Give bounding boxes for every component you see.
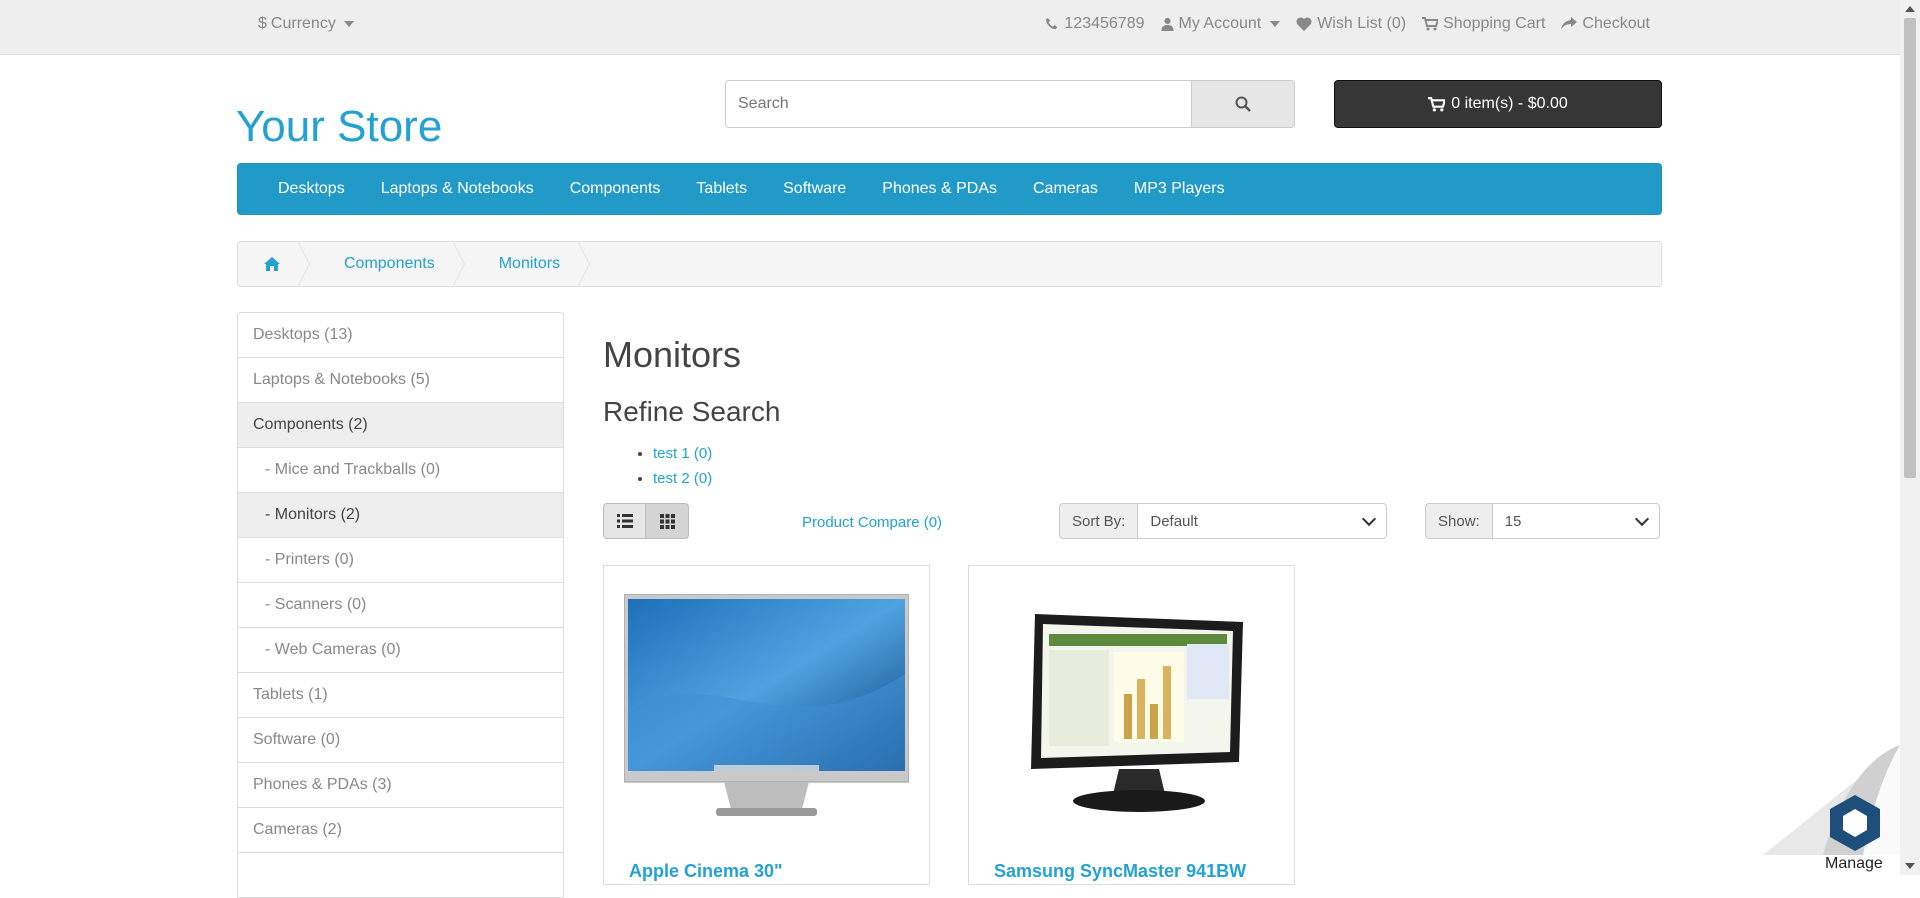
top-links: 123456789 My Account Wish List (0) Shopp… xyxy=(1045,15,1650,33)
menu-item-software[interactable]: Software xyxy=(765,163,864,215)
manage-logo-icon xyxy=(1830,795,1880,851)
breadcrumb-components[interactable]: Components xyxy=(310,241,465,287)
sidebar-item-laptops-notebooks[interactable]: Laptops & Notebooks (5) xyxy=(237,358,564,403)
refine-search-list: test 1 (0) test 2 (0) xyxy=(628,441,712,491)
store-logo[interactable]: Your Store xyxy=(236,102,442,152)
cart-total: 0 item(s) - $0.00 xyxy=(1451,95,1568,112)
search-bar xyxy=(725,80,1295,128)
sidebar-item-monitors[interactable]: - Monitors (2) xyxy=(237,493,564,538)
scroll-down-arrow-icon[interactable] xyxy=(1905,863,1915,869)
menu-item-laptops-notebooks[interactable]: Laptops & Notebooks xyxy=(363,163,552,215)
cart-button[interactable]: 0 item(s) - $0.00 xyxy=(1334,80,1662,128)
manage-label: Manage xyxy=(1825,855,1883,872)
chevron-down-icon xyxy=(1634,511,1649,527)
sidebar-item-web-cameras[interactable]: - Web Cameras (0) xyxy=(237,628,564,673)
view-toggle xyxy=(603,503,689,539)
phone-number: 123456789 xyxy=(1064,15,1145,32)
manage-widget[interactable]: Manage xyxy=(1763,745,1900,875)
menu-item-tablets[interactable]: Tablets xyxy=(678,163,765,215)
share-icon xyxy=(1561,17,1578,30)
scroll-up-arrow-icon[interactable] xyxy=(1905,6,1915,12)
scrollbar-thumb[interactable] xyxy=(1904,18,1916,478)
list-view-button[interactable] xyxy=(603,503,646,539)
grid-view-button[interactable] xyxy=(646,503,689,539)
menu-item-components[interactable]: Components xyxy=(552,163,679,215)
grid-icon xyxy=(659,513,675,529)
product-name-link[interactable]: Samsung SyncMaster 941BW xyxy=(994,861,1246,882)
product-card: Samsung SyncMaster 941BW xyxy=(968,565,1295,885)
sort-value: Default xyxy=(1150,512,1198,530)
sidebar-item-printers[interactable]: - Printers (0) xyxy=(237,538,564,583)
user-icon xyxy=(1160,17,1174,31)
menu-item-mp3-players[interactable]: MP3 Players xyxy=(1116,163,1243,215)
currency-dropdown[interactable]: $ Currency xyxy=(258,15,354,33)
breadcrumb-home[interactable] xyxy=(238,241,310,287)
sidebar-item-software[interactable]: Software (0) xyxy=(237,718,564,763)
refine-link-test-2[interactable]: test 2 (0) xyxy=(653,470,712,487)
list-item: test 2 (0) xyxy=(653,466,712,491)
list-item: test 1 (0) xyxy=(653,441,712,466)
checkout-label: Checkout xyxy=(1582,15,1650,32)
product-compare-link[interactable]: Product Compare (0) xyxy=(802,514,942,531)
page-title: Monitors xyxy=(603,334,742,375)
currency-label: Currency xyxy=(270,15,336,32)
home-icon xyxy=(264,257,280,271)
dollar-icon: $ xyxy=(258,15,267,32)
product-image-apple-cinema[interactable] xyxy=(623,593,910,824)
breadcrumb: Components Monitors xyxy=(237,241,1662,287)
show-select[interactable]: 15 xyxy=(1491,503,1660,539)
my-account-label: My Account xyxy=(1178,15,1262,32)
caret-down-icon xyxy=(343,21,354,27)
show-control: Show: 15 xyxy=(1425,503,1660,539)
sidebar-item-next[interactable] xyxy=(237,853,564,898)
cart-icon xyxy=(1428,96,1446,111)
menu-item-phones-pdas[interactable]: Phones & PDAs xyxy=(864,163,1015,215)
product-name-link[interactable]: Apple Cinema 30" xyxy=(629,861,783,882)
sidebar-item-phones-pdas[interactable]: Phones & PDAs (3) xyxy=(237,763,564,808)
search-input[interactable] xyxy=(725,80,1191,128)
sidebar-item-scanners[interactable]: - Scanners (0) xyxy=(237,583,564,628)
wishlist-link[interactable]: Wish List (0) xyxy=(1296,15,1406,33)
caret-down-icon xyxy=(1270,21,1281,27)
product-card: Apple Cinema 30" xyxy=(603,565,930,885)
search-icon xyxy=(1235,96,1251,112)
heart-icon xyxy=(1296,17,1312,31)
my-account-dropdown[interactable]: My Account xyxy=(1160,15,1281,33)
show-label: Show: xyxy=(1425,503,1492,539)
list-icon xyxy=(616,514,633,528)
menu-item-desktops[interactable]: Desktops xyxy=(260,163,363,215)
search-button[interactable] xyxy=(1191,80,1295,128)
sort-control: Sort By: Default xyxy=(1059,503,1388,539)
breadcrumb-monitors[interactable]: Monitors xyxy=(465,241,591,287)
checkout-link[interactable]: Checkout xyxy=(1561,15,1650,33)
cart-icon xyxy=(1422,17,1439,31)
chevron-down-icon xyxy=(1362,511,1377,527)
sort-label: Sort By: xyxy=(1059,503,1138,539)
sidebar-item-desktops[interactable]: Desktops (13) xyxy=(237,312,564,358)
phone-link[interactable]: 123456789 xyxy=(1045,15,1145,33)
sidebar-item-cameras[interactable]: Cameras (2) xyxy=(237,808,564,853)
product-image-samsung-syncmaster[interactable] xyxy=(989,594,1274,824)
show-value: 15 xyxy=(1504,512,1522,530)
refine-link-test-1[interactable]: test 1 (0) xyxy=(653,445,712,462)
scrollbar[interactable] xyxy=(1900,0,1920,875)
sidebar-item-mice-trackballs[interactable]: - Mice and Trackballs (0) xyxy=(237,448,564,493)
main-menu: Desktops Laptops & Notebooks Components … xyxy=(237,163,1662,215)
sidebar-item-components[interactable]: Components (2) xyxy=(237,403,564,448)
menu-item-cameras[interactable]: Cameras xyxy=(1015,163,1116,215)
top-bar: $ Currency 123456789 My Account Wish Lis… xyxy=(0,0,1900,55)
sidebar-item-tablets[interactable]: Tablets (1) xyxy=(237,673,564,718)
wishlist-label: Wish List (0) xyxy=(1317,15,1407,32)
shopping-cart-label: Shopping Cart xyxy=(1443,15,1546,32)
category-sidebar: Desktops (13) Laptops & Notebooks (5) Co… xyxy=(237,312,564,898)
shopping-cart-link[interactable]: Shopping Cart xyxy=(1422,15,1545,33)
phone-icon xyxy=(1046,17,1058,30)
refine-search-heading: Refine Search xyxy=(603,396,781,427)
sort-select[interactable]: Default xyxy=(1137,503,1388,539)
